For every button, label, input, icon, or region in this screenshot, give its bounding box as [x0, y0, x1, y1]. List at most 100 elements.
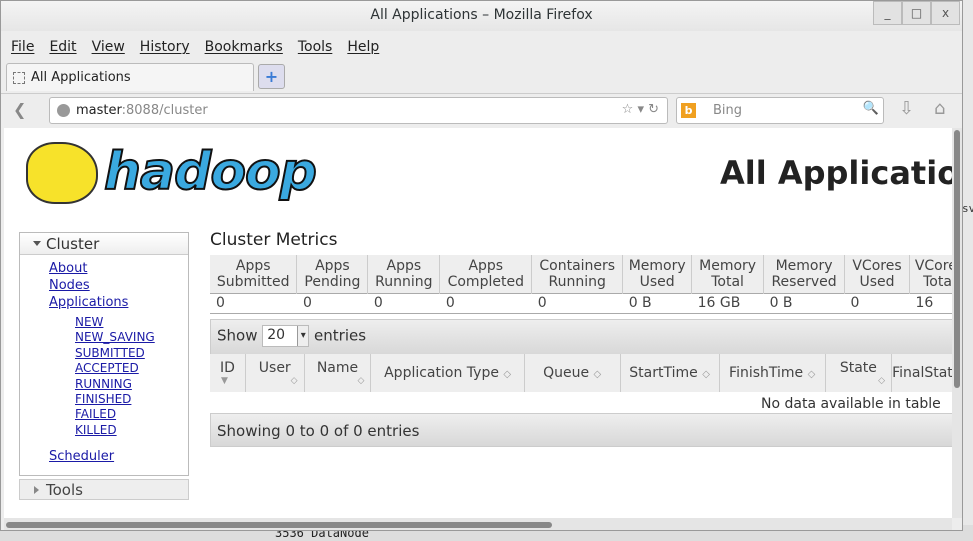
metric-header-line: VCores	[852, 257, 902, 274]
sort-icon[interactable]: ◇	[702, 369, 710, 380]
metric-value: 0	[844, 292, 910, 314]
sort-icon[interactable]: ◇	[826, 376, 891, 386]
metric-value: 0	[210, 292, 297, 314]
tab-all-applications[interactable]: All Applications	[6, 63, 254, 91]
metric-header-line: Containers	[539, 257, 616, 274]
metric-header-line: Memory	[628, 257, 686, 274]
sort-icon[interactable]: ◇	[503, 369, 511, 380]
metric-value: 0 B	[622, 292, 692, 314]
minimize-button[interactable]: _	[873, 1, 902, 25]
link-applications[interactable]: Applications	[49, 294, 188, 311]
metric-header: Apps Submitted	[210, 255, 298, 293]
sort-icon[interactable]: ▼	[210, 376, 245, 386]
metric-header: Memory Reserved	[763, 255, 846, 293]
cluster-metrics-table: Apps Submitted Apps Pending Apps Running Apps C…	[210, 255, 952, 314]
scroll-thumb[interactable]	[954, 130, 960, 388]
metric-header-line: Submitted	[216, 273, 290, 290]
metric-header: Apps Running	[367, 255, 441, 293]
table-length-bar: Show 20 entries	[210, 319, 952, 355]
menu-history[interactable]: History	[140, 39, 190, 61]
menu-help[interactable]: Help	[347, 39, 379, 61]
hadoop-logo[interactable]: hadoop	[22, 138, 322, 210]
sidebar-cluster-header[interactable]: Cluster	[20, 233, 188, 255]
sidebar: Cluster About Nodes Applications NEW NEW…	[19, 232, 189, 476]
entries-label: entries	[314, 326, 367, 345]
sidebar-tools-header[interactable]: Tools	[19, 479, 189, 500]
applications-table: ID ▼ User ◇ Name ◇ Application Type ◇ Queue ◇ St…	[210, 354, 952, 392]
download-icon[interactable]: ⇩	[899, 98, 914, 119]
metric-header: Memory Used	[622, 255, 693, 293]
scroll-thumb[interactable]	[6, 522, 552, 528]
column-header[interactable]: User ◇	[245, 354, 305, 392]
metric-value: 16	[909, 292, 952, 314]
column-header[interactable]: State ◇	[825, 354, 893, 392]
new-tab-button[interactable]: +	[258, 64, 285, 89]
column-header[interactable]: FinishTime ◇	[719, 354, 826, 392]
menu-view[interactable]: View	[92, 39, 125, 61]
metric-header-line: Total	[923, 273, 952, 290]
url-host: master	[76, 103, 122, 118]
metric-header: Apps Pending	[296, 255, 369, 293]
background-terminal-edge: sv	[962, 0, 973, 541]
vertical-scrollbar[interactable]	[952, 128, 962, 518]
link-about[interactable]: About	[49, 260, 188, 277]
title-bar: All Applications – Mozilla Firefox _ □ x	[1, 1, 962, 31]
column-header[interactable]: StartTime ◇	[620, 354, 720, 392]
menu-edit[interactable]: Edit	[49, 39, 76, 61]
page-title: All Applications	[720, 154, 952, 192]
metric-header-line: Memory	[699, 257, 757, 274]
metric-value: 16 GB	[691, 292, 764, 314]
search-icon[interactable]: 🔍	[863, 101, 879, 116]
url-path: :8088/cluster	[121, 103, 208, 118]
link-submitted[interactable]: SUBMITTED	[75, 346, 188, 361]
link-finished[interactable]: FINISHED	[75, 392, 188, 407]
sort-icon[interactable]: ◇	[305, 376, 371, 386]
bookmark-star-reload-icons[interactable]: ☆ ▾ ↻	[622, 102, 659, 117]
show-label: Show	[217, 326, 258, 345]
home-icon[interactable]: ⌂	[934, 98, 945, 119]
logo-text: hadoop	[103, 141, 318, 203]
menu-bar: File Edit View History Bookmarks Tools H…	[1, 31, 962, 61]
metric-value: 0	[367, 292, 440, 314]
menu-tools[interactable]: Tools	[298, 39, 333, 61]
link-accepted[interactable]: ACCEPTED	[75, 361, 188, 376]
entries-select[interactable]: 20	[262, 325, 310, 347]
maximize-button[interactable]: □	[902, 1, 931, 25]
search-bar[interactable]: b Bing 🔍	[676, 97, 884, 124]
link-new[interactable]: NEW	[75, 315, 188, 330]
sort-icon[interactable]: ◇	[808, 369, 816, 380]
close-button[interactable]: x	[931, 1, 960, 25]
metric-header-line: VCores	[914, 257, 952, 274]
metric-header-line: Apps	[235, 257, 271, 274]
column-header[interactable]: Queue ◇	[524, 354, 621, 392]
menu-file[interactable]: File	[11, 39, 34, 61]
metric-header-line: Pending	[304, 273, 361, 290]
sort-icon[interactable]: ◇	[594, 369, 602, 380]
metric-value: 0	[296, 292, 368, 314]
metric-header-line: Total	[711, 273, 744, 290]
metric-header-line: Reserved	[771, 273, 837, 290]
link-killed[interactable]: KILLED	[75, 423, 188, 438]
column-label: Queue	[543, 365, 590, 381]
link-running[interactable]: RUNNING	[75, 377, 188, 392]
link-nodes[interactable]: Nodes	[49, 277, 188, 294]
column-label: FinalStatus	[892, 365, 952, 381]
horizontal-scrollbar[interactable]	[4, 518, 952, 530]
column-label: ID	[219, 360, 235, 376]
link-scheduler[interactable]: Scheduler	[49, 448, 188, 465]
sort-icon[interactable]: ◇	[246, 376, 304, 386]
menu-bookmarks[interactable]: Bookmarks	[205, 39, 283, 61]
metric-header: Memory Total	[691, 255, 765, 293]
metric-value: 0 B	[763, 292, 845, 314]
link-new-saving[interactable]: NEW_SAVING	[75, 330, 188, 345]
url-bar[interactable]: master:8088/cluster ☆ ▾ ↻	[49, 97, 668, 124]
column-header[interactable]: Application Type ◇	[370, 354, 525, 392]
window-title: All Applications – Mozilla Firefox	[370, 7, 593, 23]
bing-icon[interactable]: b	[681, 103, 696, 118]
back-icon[interactable]: ❮	[13, 100, 26, 119]
column-header[interactable]: ID ▼	[210, 354, 246, 392]
column-header[interactable]: Name ◇	[304, 354, 372, 392]
metric-header-line: Completed	[447, 273, 524, 290]
link-failed[interactable]: FAILED	[75, 407, 188, 422]
column-header[interactable]: FinalStatus	[891, 354, 952, 392]
